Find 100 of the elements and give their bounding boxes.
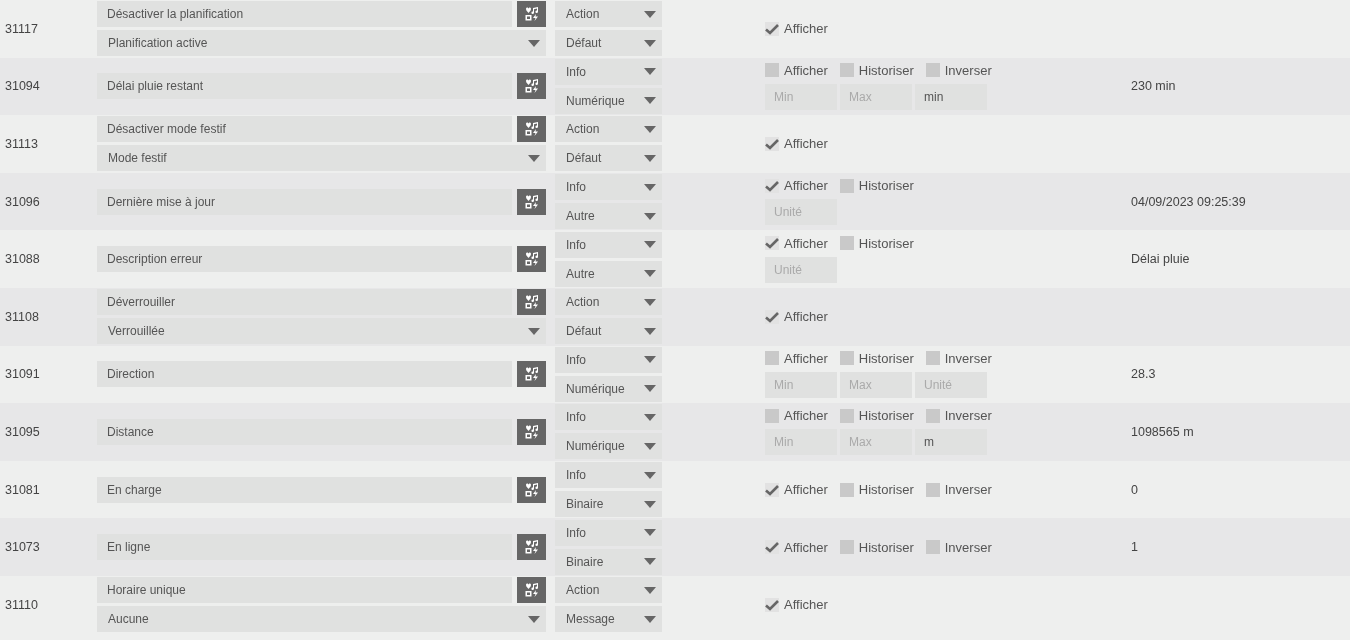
type-dropdown[interactable]: Info xyxy=(555,519,662,546)
checkbox[interactable] xyxy=(925,540,940,555)
type-dropdown[interactable]: Info xyxy=(555,231,662,258)
type-dropdown[interactable]: Info xyxy=(555,58,662,85)
checkbox[interactable] xyxy=(765,309,779,324)
caret-icon xyxy=(644,97,656,105)
subtype-dropdown[interactable]: Défaut xyxy=(555,145,662,172)
subtype-dropdown[interactable]: Message xyxy=(555,606,662,633)
type-dropdown[interactable]: Info xyxy=(555,346,662,373)
name-field[interactable]: Déverrouiller xyxy=(97,289,512,316)
icon-button[interactable] xyxy=(517,73,546,100)
type-dropdown[interactable]: Action xyxy=(555,1,662,28)
type-dropdown[interactable]: Action xyxy=(555,577,662,604)
shapes-icon xyxy=(524,252,539,267)
checkbox[interactable] xyxy=(839,408,854,423)
type-dropdown[interactable]: Action xyxy=(555,116,662,143)
id-cell-text: 31081 xyxy=(4,481,41,499)
state-dropdown[interactable]: Aucune xyxy=(97,606,546,633)
value-text: 1098565 m xyxy=(1131,423,1194,441)
caret-icon xyxy=(644,212,656,220)
type-dropdown[interactable]: Action xyxy=(555,289,662,316)
name-field[interactable]: Délai pluie restant xyxy=(97,73,512,100)
subtype-dropdown[interactable]: Défaut xyxy=(555,318,662,345)
checkbox-label: Inverser xyxy=(944,350,992,366)
checkbox[interactable] xyxy=(765,482,779,497)
icon-button[interactable] xyxy=(517,246,546,273)
checkbox-label: Afficher xyxy=(784,350,828,366)
id-cell-text: 31117 xyxy=(4,20,39,38)
checkbox[interactable] xyxy=(765,408,779,423)
icon-button[interactable] xyxy=(517,418,546,445)
state-dropdown[interactable]: Verrouillée xyxy=(97,318,546,345)
icon-button[interactable] xyxy=(517,361,546,388)
caret-icon xyxy=(644,385,656,393)
subtype-dropdown[interactable]: Numérique xyxy=(555,87,662,114)
checkbox[interactable] xyxy=(839,482,854,497)
checkbox[interactable] xyxy=(765,351,779,366)
checkbox-label: Historiser xyxy=(858,539,914,555)
value-text: Délai pluie xyxy=(1131,251,1190,269)
subtype-dropdown[interactable]: Numérique xyxy=(555,375,662,402)
checkbox[interactable] xyxy=(765,21,779,36)
name-field[interactable]: Description erreur xyxy=(97,246,512,273)
value-text: 0 xyxy=(1131,481,1138,499)
type-dropdown[interactable]: Info xyxy=(555,174,662,201)
subtype-dropdown[interactable]: Numérique xyxy=(555,433,662,460)
checkbox[interactable] xyxy=(765,137,779,151)
checkbox[interactable] xyxy=(925,482,940,497)
icon-button[interactable] xyxy=(517,289,546,316)
caret-icon xyxy=(644,442,656,450)
checkbox[interactable] xyxy=(765,63,779,78)
id-cell-text: 31095 xyxy=(4,423,41,441)
caret-icon xyxy=(644,270,656,278)
icon-button[interactable] xyxy=(517,577,546,604)
checkbox[interactable] xyxy=(925,408,940,423)
name-field[interactable]: Désactiver la planification xyxy=(97,1,512,28)
checkbox-label: Afficher xyxy=(784,539,828,555)
checkbox[interactable] xyxy=(765,236,779,251)
checkbox[interactable] xyxy=(925,63,940,78)
id-cell-text: 31094 xyxy=(4,78,41,96)
name-field[interactable]: Désactiver mode festif xyxy=(97,116,512,143)
name-field[interactable]: Horaire unique xyxy=(97,577,512,604)
checkbox[interactable] xyxy=(765,178,779,193)
state-dropdown[interactable]: Mode festif xyxy=(97,145,546,172)
name-field[interactable]: Dernière mise à jour xyxy=(97,188,512,215)
icon-button[interactable] xyxy=(517,534,546,561)
subtype-dropdown[interactable]: Défaut xyxy=(555,30,662,57)
subtype-dropdown[interactable]: Autre xyxy=(555,203,662,230)
input-field[interactable]: min xyxy=(915,83,987,110)
state-dropdown[interactable]: Planification active xyxy=(97,30,546,57)
checkbox[interactable] xyxy=(839,236,854,251)
checkbox[interactable] xyxy=(839,351,854,366)
icon-button[interactable] xyxy=(517,116,546,143)
checkbox[interactable] xyxy=(839,178,854,193)
caret-icon xyxy=(644,155,656,162)
checkbox[interactable] xyxy=(765,540,779,555)
shapes-icon xyxy=(524,424,539,439)
input-field[interactable]: m xyxy=(915,429,987,456)
subtype-dropdown[interactable]: Binaire xyxy=(555,491,662,518)
name-field[interactable]: En charge xyxy=(97,476,512,503)
checkbox[interactable] xyxy=(839,63,854,78)
shapes-icon xyxy=(524,79,539,94)
type-dropdown[interactable]: Info xyxy=(555,404,662,431)
subtype-dropdown[interactable]: Autre xyxy=(555,260,662,287)
checkbox-label: Afficher xyxy=(784,408,828,424)
name-field[interactable]: Distance xyxy=(97,418,512,445)
checkbox-label: Historiser xyxy=(858,482,914,498)
name-field[interactable]: Direction xyxy=(97,361,512,388)
subtype-dropdown[interactable]: Binaire xyxy=(555,548,662,575)
type-dropdown[interactable]: Info xyxy=(555,462,662,489)
icon-button[interactable] xyxy=(517,1,546,28)
value-text: 28.3 xyxy=(1131,366,1156,384)
shapes-icon xyxy=(524,295,539,310)
caret-icon xyxy=(644,500,656,508)
icon-button[interactable] xyxy=(517,476,546,503)
name-field[interactable]: En ligne xyxy=(97,534,512,561)
checkbox[interactable] xyxy=(765,597,779,612)
caret-icon xyxy=(528,327,540,335)
id-cell-text: 31088 xyxy=(4,251,41,269)
icon-button[interactable] xyxy=(517,188,546,215)
checkbox[interactable] xyxy=(925,351,940,366)
checkbox[interactable] xyxy=(839,540,854,555)
